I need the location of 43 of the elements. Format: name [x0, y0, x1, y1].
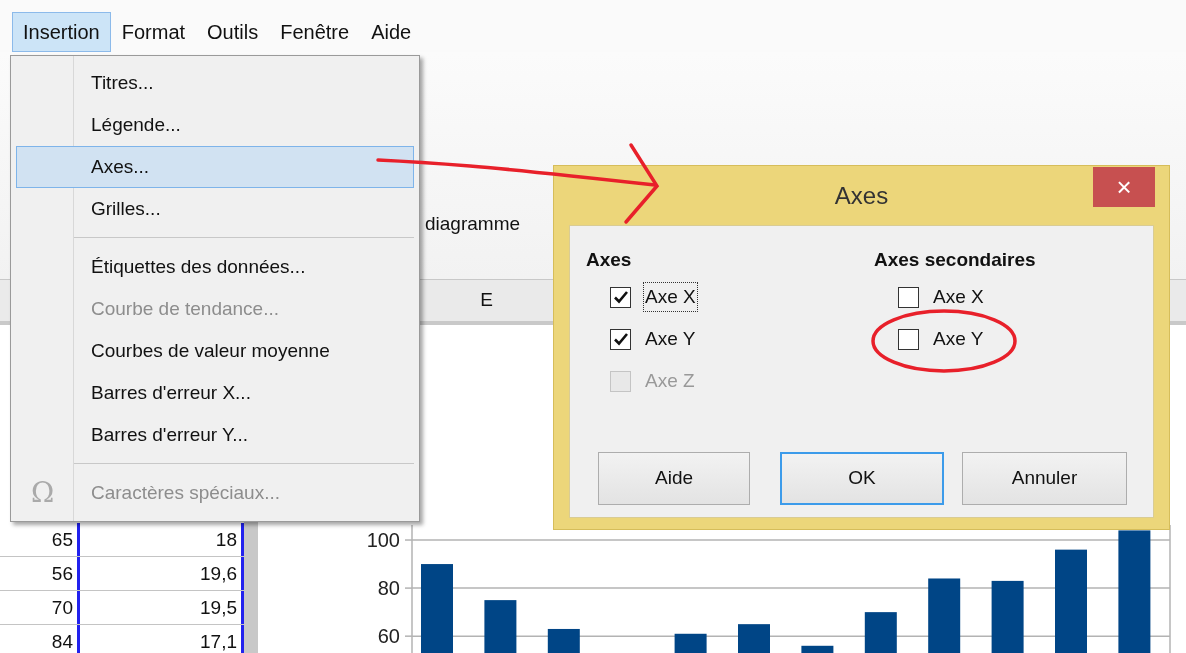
chart-bar	[484, 600, 517, 653]
menu-item[interactable]: Axes...	[16, 146, 414, 188]
checkbox-label: Axe Y	[932, 326, 985, 351]
axis-label: 60	[377, 625, 400, 648]
group-heading: Axes secondaires	[874, 248, 1037, 272]
dialog-button[interactable]: Aide	[598, 452, 750, 505]
checkbox-label: Axe Y	[644, 326, 697, 351]
axis-label: 80	[377, 577, 400, 600]
menu-item[interactable]: Barres d'erreur X...	[16, 372, 414, 414]
menu-bar-item[interactable]: Aide	[360, 12, 423, 52]
checkbox[interactable]	[610, 328, 631, 350]
checkbox-label: Axe X	[643, 281, 698, 313]
chart-bar	[864, 612, 897, 653]
dialog-button[interactable]: OK	[780, 452, 944, 505]
menu-item[interactable]: Légende...	[16, 104, 414, 146]
menu-bar-item[interactable]: Format	[110, 12, 197, 52]
checkbox-label: Axe X	[932, 284, 985, 309]
menu-bar-item[interactable]: Fenêtre	[269, 12, 361, 52]
axis-label: 100	[366, 529, 400, 551]
close-button[interactable]: ×	[1093, 167, 1155, 207]
dialog-title: Axes	[834, 181, 889, 211]
dialog-button[interactable]: Annuler	[962, 452, 1127, 505]
menu-bar-item[interactable]: Outils	[196, 12, 270, 52]
chart-bar	[801, 645, 834, 653]
checkbox[interactable]	[898, 328, 919, 350]
menu-bar-item[interactable]: Insertion	[12, 12, 111, 52]
menu-item[interactable]: Grilles...	[16, 188, 414, 230]
table-cell: 84	[0, 625, 80, 653]
toolbar-label: diagramme	[425, 212, 521, 236]
omega-icon: Ω	[31, 473, 55, 513]
chart-bar	[547, 628, 580, 653]
menu-item[interactable]: Courbes de valeur moyenne	[16, 330, 414, 372]
table-cell: 56	[0, 557, 80, 590]
checkbox[interactable]	[898, 286, 919, 308]
menu-item[interactable]: Étiquettes des données...	[16, 246, 414, 288]
group-heading: Axes	[586, 248, 633, 272]
checkbox-label: Axe Z	[644, 368, 696, 393]
chart-bar	[674, 633, 707, 653]
table-cell: 70	[0, 591, 80, 624]
chart-bar	[738, 624, 770, 653]
menu-item[interactable]: Barres d'erreur Y...	[16, 414, 414, 456]
menu-item[interactable]: Titres...	[16, 62, 414, 104]
checkbox[interactable]	[610, 286, 631, 308]
